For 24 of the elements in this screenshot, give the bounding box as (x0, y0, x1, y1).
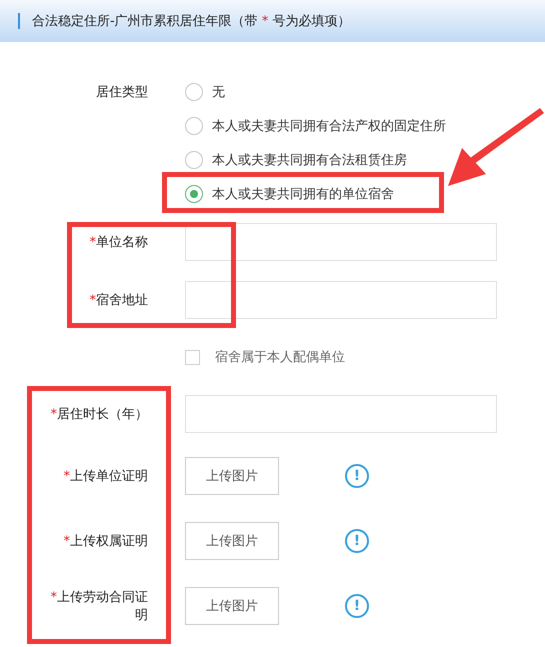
field-label: 居住类型 (95, 84, 148, 101)
radio-option[interactable]: 本人或夫妻共同拥有合法产权的固定住所 (185, 117, 446, 135)
radio-button[interactable] (185, 83, 203, 101)
upload-button[interactable]: 上传图片 (185, 522, 279, 560)
field-label: *上传权属证明 (62, 532, 148, 550)
field-label: *单位名称 (88, 234, 148, 251)
checkbox-label: 宿舍属于本人配偶单位 (215, 349, 345, 366)
radio-button[interactable] (185, 117, 203, 135)
text-field[interactable] (185, 281, 497, 319)
radio-option[interactable]: 本人或夫妻共同拥有的单位宿舍 (185, 185, 394, 203)
radio-button[interactable] (185, 185, 203, 203)
radio-option[interactable]: 本人或夫妻共同拥有合法租赁住房 (185, 151, 407, 169)
checkbox[interactable] (185, 350, 200, 364)
section-title: 合法稳定住所-广州市累积居住年限（带 * 号为必填项） (32, 13, 350, 30)
upload-button[interactable]: 上传图片 (185, 456, 279, 494)
field-label: *上传单位证明 (62, 468, 148, 484)
radio-button[interactable] (185, 151, 203, 169)
radio-option[interactable]: 无 (185, 83, 225, 101)
text-field[interactable] (185, 223, 497, 261)
field-label: *上传劳动合同证明 (50, 588, 148, 624)
field-label: *宿舍地址 (88, 292, 148, 309)
upload-button[interactable]: 上传图片 (185, 586, 279, 624)
field-label: *居住时长（年） (50, 406, 148, 423)
text-field[interactable] (185, 395, 497, 433)
